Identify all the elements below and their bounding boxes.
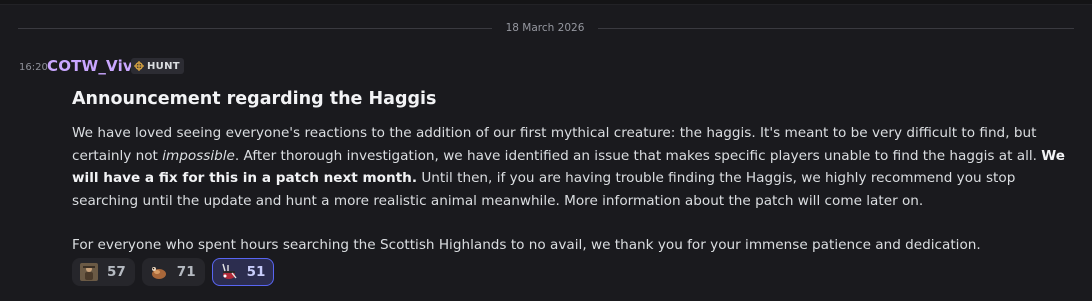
message-body: We have loved seeing everyone's reaction… [72,122,1072,257]
message-paragraph-1: We have loved seeing everyone's reaction… [72,122,1072,212]
message-timestamp[interactable]: 16:20 [19,62,48,73]
divider-line-right [598,28,1074,29]
crosshair-icon [134,61,144,71]
reaction-bagpipes[interactable]: 51 [211,258,275,286]
reaction-haggis[interactable]: 71 [141,258,205,286]
divider-date: 18 March 2026 [505,22,585,34]
divider-line-left [18,28,492,29]
announcement-heading: Announcement regarding the Haggis [72,89,437,109]
top-edge-bar [0,0,1092,5]
reaction-count: 51 [246,264,266,280]
reactions-bar: 57 71 51 [72,258,275,286]
bagpipes-emoji-icon [221,263,237,279]
message-paragraph-2: For everyone who spent hours searching t… [72,237,981,253]
reaction-hunter[interactable]: 57 [72,258,135,286]
author-username[interactable]: COTW_Vivi [47,57,138,75]
date-divider: 18 March 2026 [0,20,1092,36]
server-tag[interactable]: HUNT [131,58,184,74]
server-tag-label: HUNT [147,60,180,72]
paragraph-1-text-b: . After thorough investigation, we have … [234,147,1042,164]
reaction-count: 71 [176,264,196,280]
haggis-emoji-icon [151,267,166,279]
paragraph-1-italic: impossible [162,147,235,164]
hunter-emoji-icon [80,263,98,281]
reaction-count: 57 [107,264,126,280]
